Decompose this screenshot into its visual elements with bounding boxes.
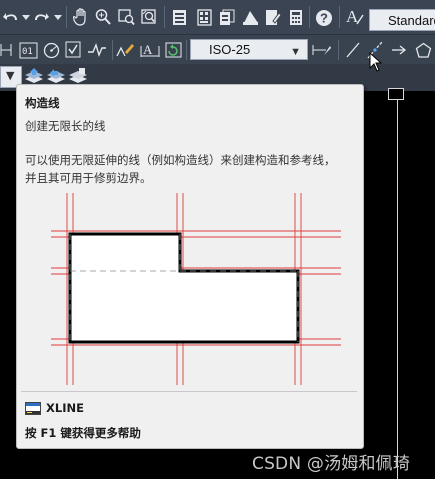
xline-illustration xyxy=(51,193,341,385)
command-tooltip: 构造线 创建无限长的线 可以使用无限延伸的线（例如构造线）来创建构造和参考线， … xyxy=(16,84,364,449)
text-style-value: Standard xyxy=(388,12,435,28)
undo-dropdown-icon[interactable] xyxy=(22,15,30,20)
radius-dimension-icon[interactable] xyxy=(42,41,60,59)
properties-icon[interactable] xyxy=(170,8,188,26)
layer-previous-icon[interactable] xyxy=(46,66,66,86)
dim-style-select[interactable]: ISO-25 ▼ xyxy=(190,39,308,60)
ordinate-dimension-icon[interactable]: 01 xyxy=(18,40,38,60)
crosshair-vertical-line xyxy=(397,91,398,479)
sheet-set-icon[interactable] xyxy=(241,8,259,26)
line-icon[interactable] xyxy=(344,40,362,60)
tooltip-description-line-2: 并且其可用于修剪边界。 xyxy=(25,171,152,185)
tooltip-description: 可以使用无限延伸的线（例如构造线）来创建构造和参考线， 并且其可用于修剪边界。 xyxy=(25,151,355,187)
svg-text:?: ? xyxy=(320,10,328,25)
dimension-update-icon[interactable] xyxy=(164,41,182,59)
standard-toolbar: ? A Standard xyxy=(0,0,435,35)
chevron-down-icon: ▼ xyxy=(6,69,15,82)
tooltip-divider xyxy=(21,391,357,392)
tooltip-title: 构造线 xyxy=(25,96,60,110)
undo-icon[interactable] xyxy=(2,8,20,26)
redo-icon[interactable] xyxy=(32,8,50,26)
linear-dimension-icon[interactable] xyxy=(0,41,12,59)
crosshair-pickbox xyxy=(388,88,404,100)
redo-dropdown-icon[interactable] xyxy=(54,15,62,20)
markup-icon[interactable] xyxy=(264,8,282,26)
svg-text:01: 01 xyxy=(22,47,33,57)
tooltip-command-name: XLINE xyxy=(46,401,84,415)
tooltip-subtitle: 创建无限长的线 xyxy=(25,119,106,133)
zoom-realtime-icon[interactable] xyxy=(94,7,112,27)
design-center-icon[interactable] xyxy=(195,8,213,26)
help-icon[interactable]: ? xyxy=(314,8,333,27)
ray-icon[interactable] xyxy=(390,40,410,60)
calculator-icon[interactable] xyxy=(287,8,305,26)
tooltip-help-text: 按 F1 键获得更多帮助 xyxy=(25,426,141,440)
polygon-icon[interactable] xyxy=(414,40,432,60)
tooltip-description-line-1: 可以使用无限延伸的线（例如构造线）来创建构造和参考线， xyxy=(25,153,336,167)
chevron-down-icon: ▼ xyxy=(290,46,301,58)
dim-style-icon[interactable] xyxy=(312,40,332,60)
layer-make-current-icon[interactable] xyxy=(68,66,88,86)
pan-hand-icon[interactable] xyxy=(72,7,90,27)
svg-text:A: A xyxy=(143,42,153,57)
cursor-icon xyxy=(369,51,383,76)
dimension-edit-icon[interactable] xyxy=(116,41,136,59)
text-style-icon[interactable]: A xyxy=(345,7,365,27)
tolerance-check-icon[interactable] xyxy=(64,40,82,59)
text-style-select[interactable]: Standard xyxy=(369,9,435,31)
illustration-outline xyxy=(68,232,300,344)
layer-states-icon[interactable] xyxy=(24,66,44,86)
zoom-previous-icon[interactable] xyxy=(140,7,158,27)
zoom-window-icon[interactable] xyxy=(117,7,135,27)
command-line-icon xyxy=(25,400,41,415)
dimension-text-edit-icon[interactable]: A xyxy=(140,41,160,59)
tool-palettes-icon[interactable] xyxy=(218,8,236,26)
watermark: CSDN @汤姆和佩琦 xyxy=(252,454,411,474)
jogged-dimension-icon[interactable] xyxy=(86,41,108,59)
dim-style-value: ISO-25 xyxy=(209,42,251,57)
